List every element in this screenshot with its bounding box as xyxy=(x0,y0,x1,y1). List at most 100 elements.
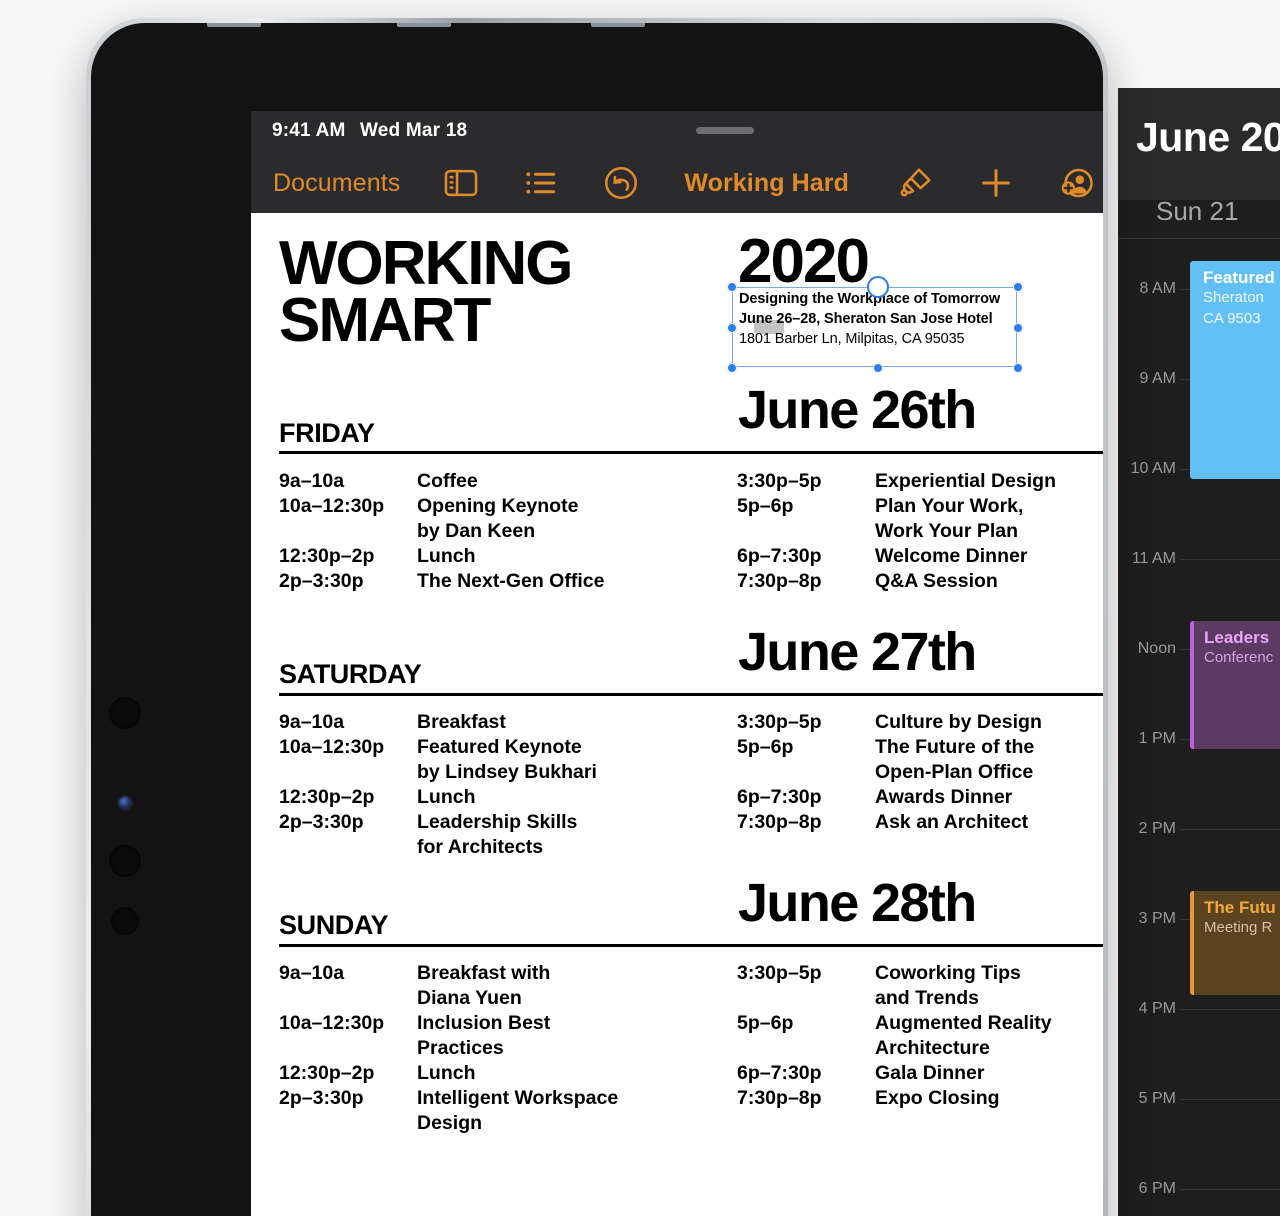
schedule-event: Plan Your Work, Work Your Plan xyxy=(875,494,1024,542)
flyer-year: 2020 xyxy=(738,227,870,296)
schedule-row: 3:30p–5p Coworking Tips and Trends xyxy=(737,961,1103,1011)
app-toolbar: Documents Working Hard xyxy=(251,153,1103,213)
ambient-sensor-icon xyxy=(119,797,131,809)
calendar-hour-grid[interactable]: 8 AM 9 AM 10 AM 11 AM Noon 1 PM 2 PM 3 P… xyxy=(1118,239,1280,1216)
schedule-time: 6p–7:30p xyxy=(737,1061,822,1084)
format-brush-button[interactable] xyxy=(897,164,935,202)
schedule-row: 10a–12:30p Inclusion Best Practices xyxy=(279,1011,709,1061)
collaborate-button[interactable] xyxy=(1057,164,1095,202)
calendar-day-label[interactable]: Sun 21 xyxy=(1156,196,1238,227)
device-bezel: 9:41 AM Wed Mar 18 Documents Working Har… xyxy=(91,23,1103,1216)
schedule-event: Breakfast with Diana Yuen xyxy=(417,962,551,1009)
format-list-icon xyxy=(526,172,556,194)
schedule-row: 6p–7:30p Awards Dinner xyxy=(737,785,1103,810)
brush-icon xyxy=(900,168,931,197)
calendar-hour-row: 10 AM xyxy=(1118,460,1280,559)
collaborate-icon xyxy=(1061,168,1093,198)
schedule-time: 6p–7:30p xyxy=(737,785,822,808)
hour-label: 3 PM xyxy=(1138,910,1176,927)
schedule-event: Opening Keynote by Dan Keen xyxy=(417,494,579,542)
undo-button[interactable] xyxy=(602,164,640,202)
schedule-event: Ask an Architect xyxy=(875,810,1029,833)
document-title[interactable]: Working Hard xyxy=(684,169,849,198)
ipad-device: 9:41 AM Wed Mar 18 Documents Working Har… xyxy=(86,18,1108,1216)
schedule-time: 7:30p–8p xyxy=(737,569,822,592)
schedule-time: 2p–3:30p xyxy=(279,1086,364,1109)
schedule-event: Expo Closing xyxy=(875,1086,1000,1109)
resize-handle-top-left[interactable] xyxy=(727,282,737,292)
front-camera-icon xyxy=(109,697,141,729)
schedule-event: Culture by Design xyxy=(875,711,1042,733)
day-heading-friday: FRIDAY xyxy=(279,418,375,449)
schedule-sunday-afternoon: 3:30p–5p Coworking Tips and Trends 5p–6p A… xyxy=(737,961,1103,1111)
schedule-time: 9a–10a xyxy=(279,711,345,733)
resize-handle-bottom-right[interactable] xyxy=(1013,363,1023,373)
schedule-time: 9a–10a xyxy=(279,470,345,492)
resize-handle-bottom-left[interactable] xyxy=(727,363,737,373)
schedule-time: 12:30p–2p xyxy=(279,1061,375,1084)
schedule-event: Intelligent Workspace Design xyxy=(417,1086,619,1134)
schedule-row: 2p–3:30p Intelligent Workspace Design xyxy=(279,1086,709,1136)
schedule-time: 10a–12:30p xyxy=(279,494,385,517)
schedule-time: 2p–3:30p xyxy=(279,569,364,592)
schedule-row: 7:30p–8p Expo Closing xyxy=(737,1086,1103,1111)
schedule-time: 3:30p–5p xyxy=(737,962,822,984)
calendar-hour-row: 6 PM xyxy=(1118,1180,1280,1216)
calendar-event-title: The Futu xyxy=(1204,898,1276,917)
calendar-event-location-line1: Conferenc xyxy=(1204,649,1274,667)
hour-label: Noon xyxy=(1137,640,1176,657)
sidebar-toggle-button[interactable] xyxy=(442,164,480,202)
section-rule xyxy=(279,451,1103,454)
day-date-friday: June 26th xyxy=(738,380,977,440)
screenshot-root: June 20 Sun 21 8 AM 9 AM 10 AM 11 AM Noo… xyxy=(0,0,1280,1216)
hour-label: 11 AM xyxy=(1131,550,1176,567)
day-date-sunday: June 28th xyxy=(738,873,977,933)
documents-back-button[interactable]: Documents xyxy=(273,169,400,198)
calendar-hour-row: 5 PM xyxy=(1118,1090,1280,1189)
hour-label: 8 AM xyxy=(1139,280,1176,297)
schedule-saturday-afternoon: 3:30p–5p Culture by Design 5p–6p The Futur… xyxy=(737,710,1103,835)
status-bar: 9:41 AM Wed Mar 18 xyxy=(251,111,1103,153)
schedule-row: 2p–3:30p The Next-Gen Office xyxy=(279,569,709,594)
schedule-event: Experiential Design xyxy=(875,470,1056,492)
schedule-row: 12:30p–2p Lunch xyxy=(279,544,709,569)
document-canvas[interactable]: WORKING SMART 2020 Designing the Workpla… xyxy=(251,213,1103,1216)
section-rule xyxy=(279,693,1103,696)
rotate-handle[interactable] xyxy=(867,276,889,298)
schedule-event: Lunch xyxy=(417,1061,476,1084)
flyer-main-title: WORKING SMART xyxy=(279,232,699,351)
insert-button[interactable] xyxy=(977,164,1015,202)
schedule-time: 10a–12:30p xyxy=(279,735,385,758)
calendar-event-featured-keynote[interactable]: Featured Sheraton CA 9503 xyxy=(1190,261,1280,479)
multitasking-drag-handle[interactable] xyxy=(696,127,754,134)
schedule-row: 7:30p–8p Ask an Architect xyxy=(737,810,1103,835)
resize-handle-bottom-center[interactable] xyxy=(873,363,883,373)
schedule-time: 3:30p–5p xyxy=(737,470,822,492)
resize-handle-middle-right[interactable] xyxy=(1013,323,1023,333)
schedule-time: 10a–12:30p xyxy=(279,1011,385,1034)
selected-text-box[interactable]: Designing the Workplace of Tomorrow June… xyxy=(727,276,1023,373)
schedule-event: The Future of the Open-Plan Office xyxy=(875,735,1035,783)
calendar-panel[interactable]: June 20 Sun 21 8 AM 9 AM 10 AM 11 AM Noo… xyxy=(1118,88,1280,1216)
hour-label: 4 PM xyxy=(1138,1000,1176,1017)
calendar-event-location-line2: CA 9503 xyxy=(1203,309,1261,327)
schedule-row: 12:30p–2p Lunch xyxy=(279,1061,709,1086)
antenna-line xyxy=(591,23,645,27)
status-bar-time: 9:41 AM xyxy=(272,120,346,141)
resize-handle-top-right[interactable] xyxy=(1013,282,1023,292)
schedule-time: 12:30p–2p xyxy=(279,785,375,808)
format-list-button[interactable] xyxy=(522,164,560,202)
hour-line xyxy=(1180,1099,1280,1100)
sidebar-icon xyxy=(445,169,478,197)
antenna-line xyxy=(397,23,451,27)
sensor-dot-icon xyxy=(111,907,139,935)
textbox-line-2: June 26–28, Sheraton San Jose Hotel xyxy=(739,311,993,327)
schedule-row: 2p–3:30p Leadership Skills for Architects xyxy=(279,810,709,860)
schedule-time: 7:30p–8p xyxy=(737,1086,822,1109)
calendar-event-leadership[interactable]: Leaders Conferenc xyxy=(1190,621,1280,749)
schedule-row: 9a–10a Coffee xyxy=(279,469,709,494)
calendar-event-location-line1: Meeting R xyxy=(1204,919,1273,937)
resize-handle-middle-left[interactable] xyxy=(727,323,737,333)
calendar-event-the-future[interactable]: The Futu Meeting R xyxy=(1190,891,1280,995)
calendar-event-location-line1: Sheraton xyxy=(1203,289,1264,307)
